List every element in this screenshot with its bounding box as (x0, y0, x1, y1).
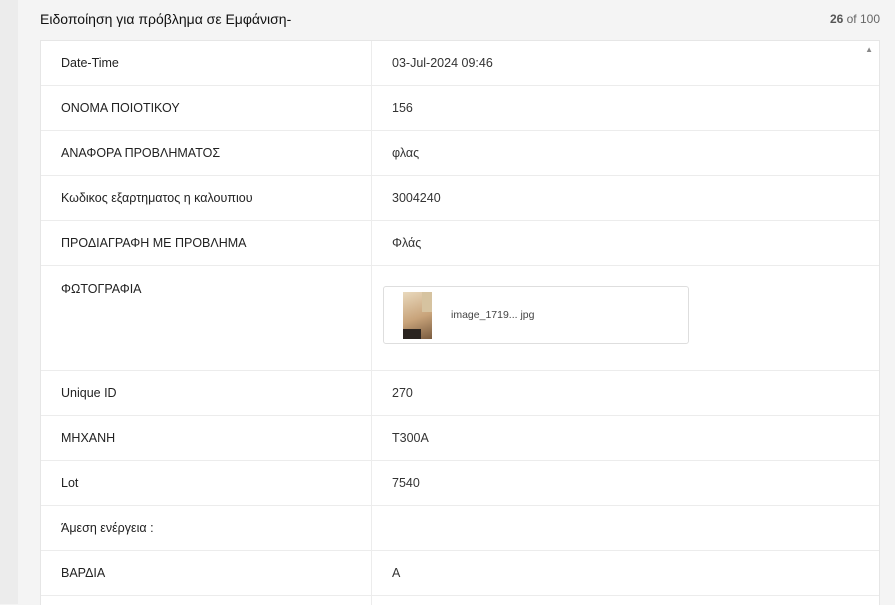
field-label: Κωδικος εξαρτηματος η καλουπιου (41, 176, 372, 220)
field-label: ΜΗΧΑΝΗ (41, 416, 372, 460)
record-header: Ειδοποίηση για πρόβλημα σε Εμφάνιση- 26 … (40, 0, 880, 38)
field-value: image_1719... jpg (372, 266, 879, 370)
detail-row: Date-Time 03-Jul-2024 09:46 (41, 41, 879, 86)
counter-total: of 100 (843, 12, 880, 26)
detail-row: ΠΡΟΔΙΑΓΡΑΦΗ ΜΕ ΠΡΟΒΛΗΜΑ Φλάς (41, 221, 879, 266)
image-thumbnail-icon[interactable] (403, 291, 432, 339)
detail-row: Unique ID 270 (41, 371, 879, 416)
record-counter: 26 of 100 (830, 12, 880, 26)
detail-row: ΑΝΑΦΟΡΑ ΠΡΟΒΛΗΜΑΤΟΣ φλας (41, 131, 879, 176)
field-label: Unique ID (41, 371, 372, 415)
field-label: ΠΡΟΔΙΑΓΡΑΦΗ ΜΕ ΠΡΟΒΛΗΜΑ (41, 221, 372, 265)
field-label: ΦΩΤΟΓΡΑΦΙΑ (41, 266, 372, 370)
field-label: Date-Time (41, 41, 372, 85)
field-value: φλας (392, 146, 420, 160)
field-label: Άμεση ενέργεια : (41, 506, 372, 550)
field-value: T300A (392, 431, 429, 445)
record-title: Ειδοποίηση για πρόβλημα σε Εμφάνιση- (40, 11, 292, 27)
detail-row: ΜΗΧΑΝΗ T300A (41, 416, 879, 461)
field-label: ΒΑΡΔΙΑ (41, 551, 372, 595)
side-strip (0, 0, 18, 604)
field-label: ΑΝΑΦΟΡΑ ΠΡΟΒΛΗΜΑΤΟΣ (41, 131, 372, 175)
field-value: Φλάς (392, 236, 422, 250)
field-value: 7540 (392, 476, 420, 490)
detail-row-photo: ΦΩΤΟΓΡΑΦΙΑ image_1719... jpg (41, 266, 879, 371)
field-label: Lot (41, 461, 372, 505)
field-label: ΟΝΟΜΑ ΠΟΙΟΤΙΚΟΥ (41, 86, 372, 130)
detail-row: Κωδικος εξαρτηματος η καλουπιου 3004240 (41, 176, 879, 221)
detail-row: ΟΝΟΜΑ ΠΟΙΟΤΙΚΟΥ 156 (41, 86, 879, 131)
attachment-card[interactable]: image_1719... jpg (383, 286, 689, 344)
attachment-filename[interactable]: image_1719... jpg (451, 309, 534, 321)
field-value: 156 (392, 101, 413, 115)
detail-row: Άμεση ενέργεια : (41, 506, 879, 551)
detail-row: ΒΑΡΔΙΑ A (41, 551, 879, 596)
field-value (372, 506, 879, 550)
detail-row: Lot 7540 (41, 461, 879, 506)
field-value: 3004240 (392, 191, 441, 205)
field-value: 270 (392, 386, 413, 400)
record-details-card[interactable]: ▲ Date-Time 03-Jul-2024 09:46 ΟΝΟΜΑ ΠΟΙΟ… (40, 40, 880, 605)
counter-current: 26 (829, 12, 844, 26)
field-value: A (392, 566, 401, 580)
field-value: 03-Jul-2024 09:46 (392, 56, 493, 70)
chevron-up-icon[interactable]: ▲ (865, 45, 873, 54)
